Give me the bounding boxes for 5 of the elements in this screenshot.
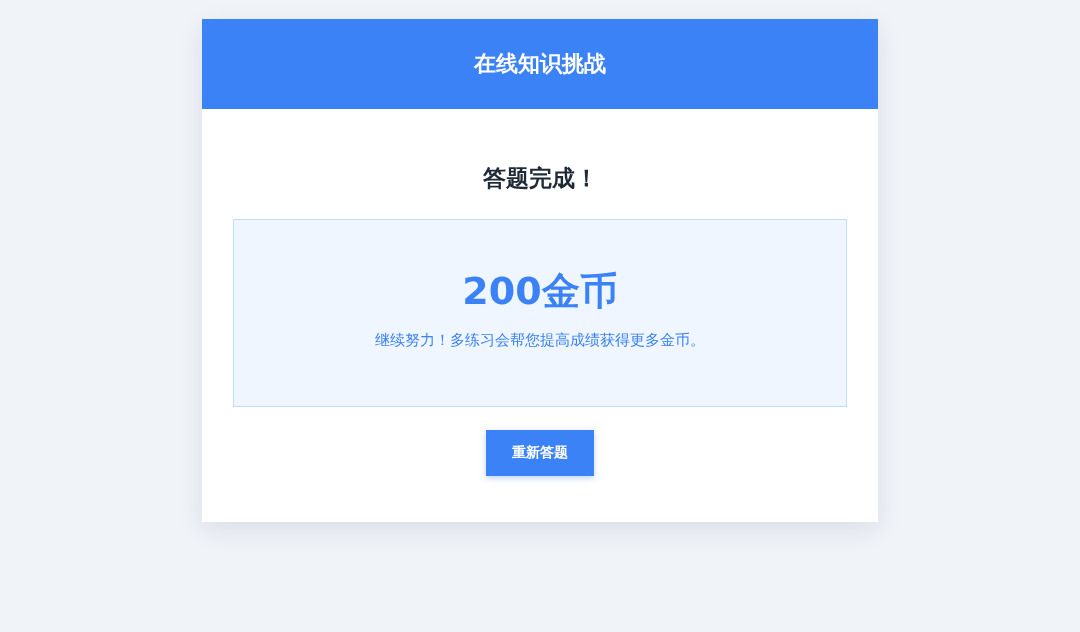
score-text: 200金币 (462, 268, 618, 315)
retry-button[interactable]: 重新答题 (486, 430, 594, 476)
encouragement-text: 继续努力！多练习会帮您提高成绩获得更多金币。 (375, 331, 705, 350)
result-heading: 答题完成！ (482, 164, 598, 193)
page-title: 在线知识挑战 (474, 50, 606, 78)
